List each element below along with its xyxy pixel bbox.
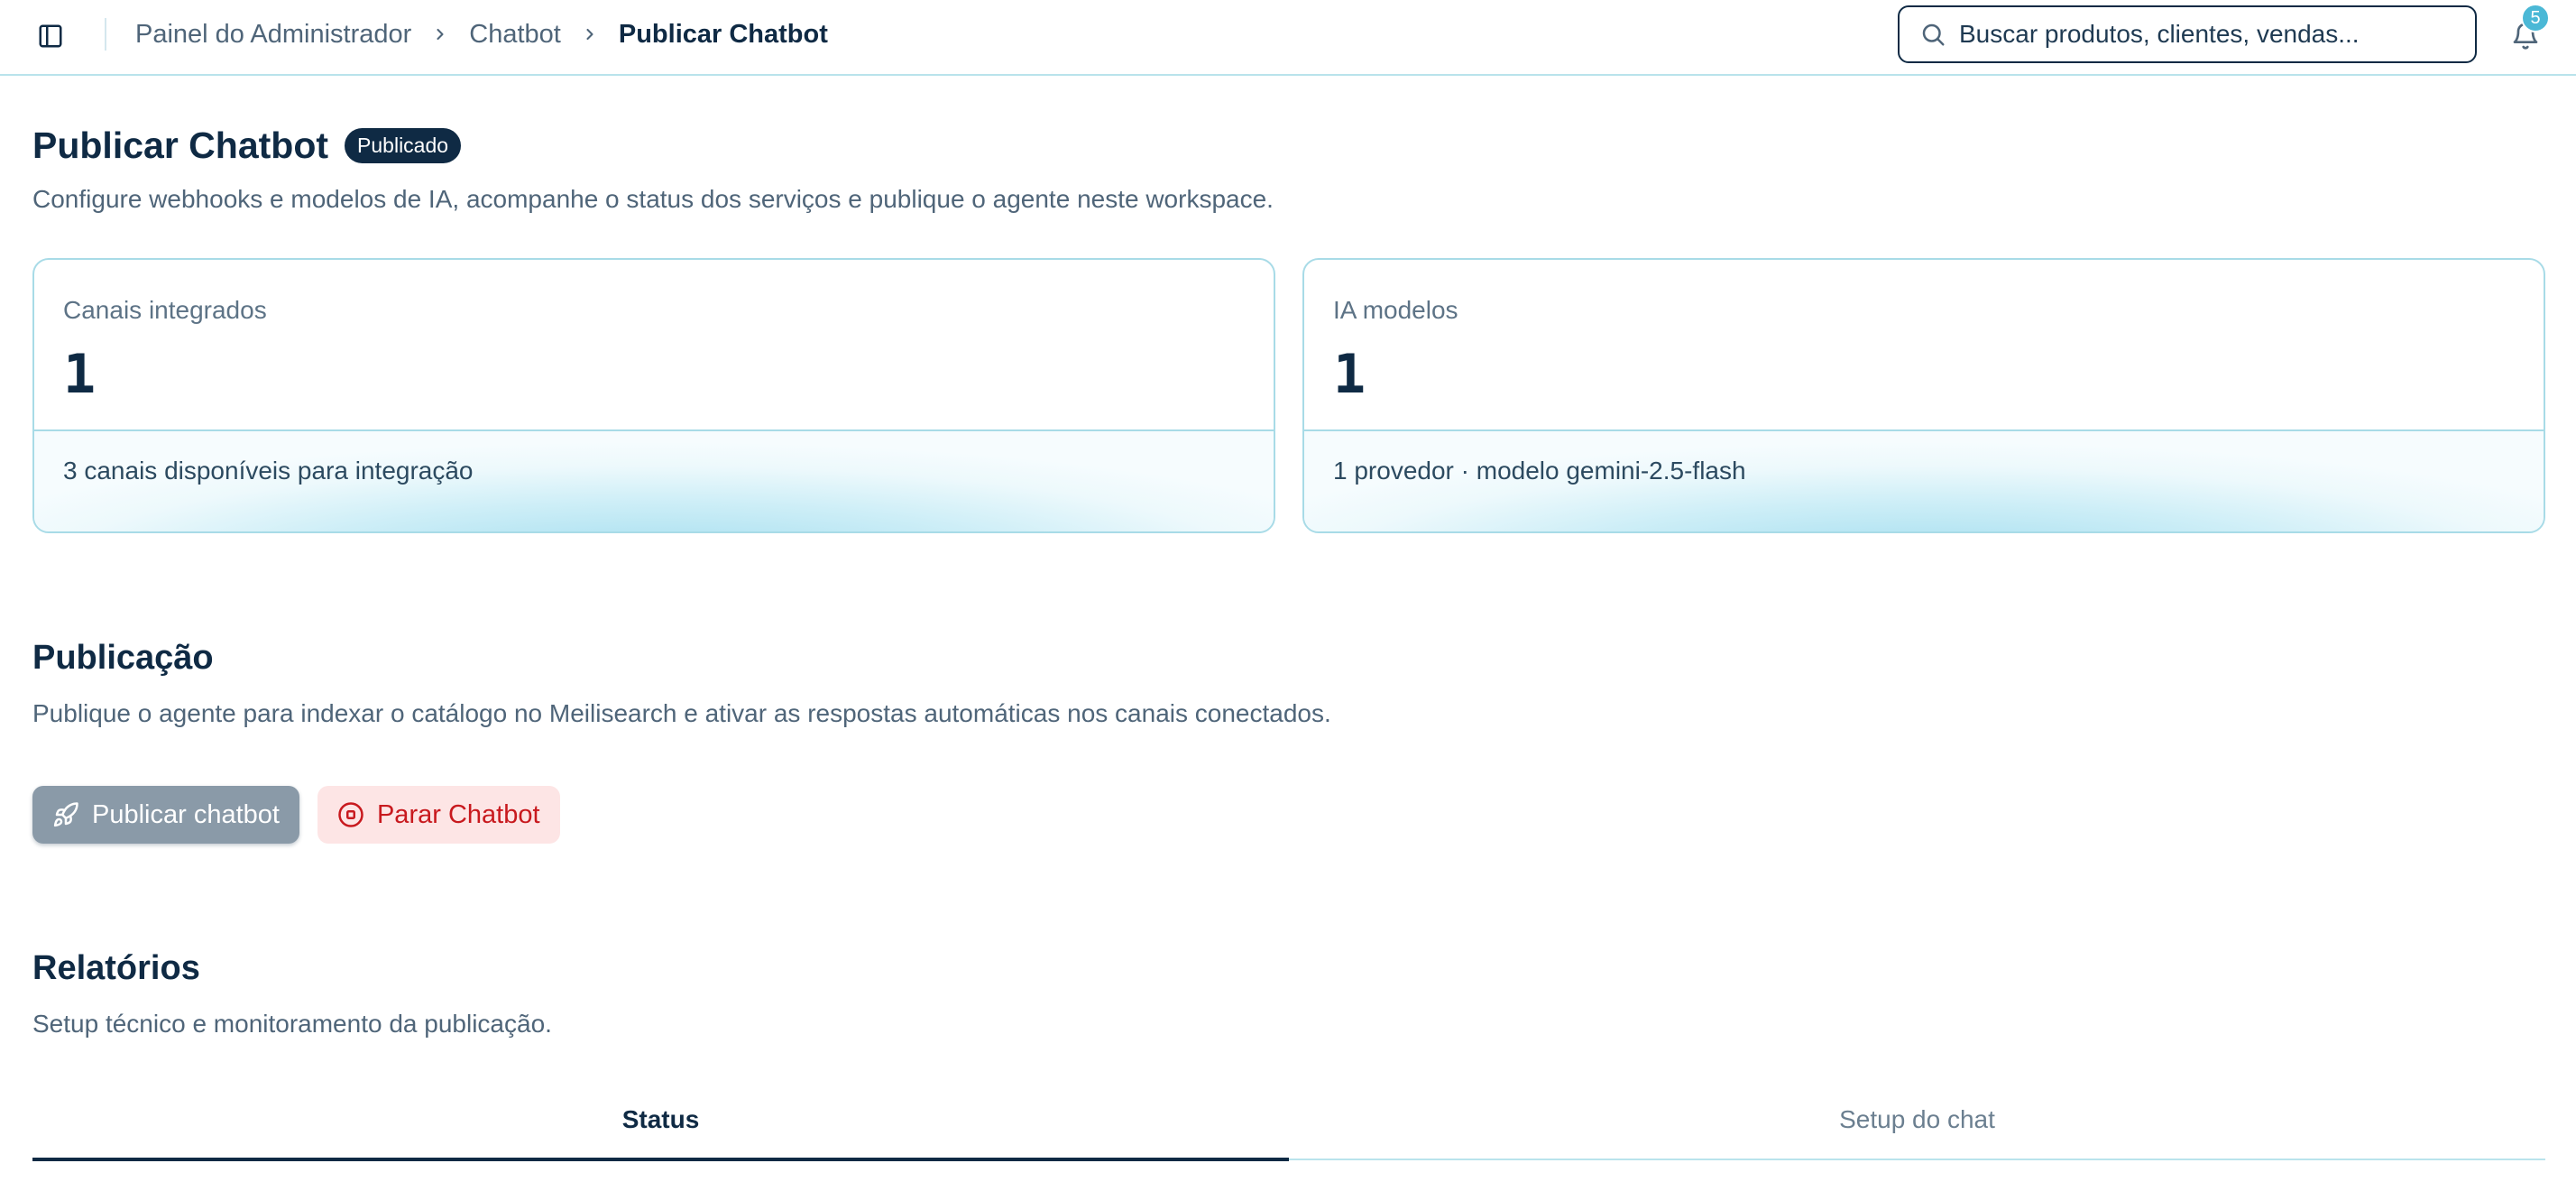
publication-description: Publique o agente para indexar o catálog… [32,699,1331,727]
publication-section: Publicação Publique o agente para indexa… [32,639,1331,728]
status-badge: Publicado [345,128,462,163]
stop-chatbot-label: Parar Chatbot [376,799,540,829]
page-title: Publicar Chatbot [32,125,329,166]
breadcrumb-item-current: Publicar Chatbot [618,19,828,49]
breadcrumb-item-admin[interactable]: Painel do Administrador [135,20,411,50]
stat-card-ai-models: IA modelos 1 1 provedor · modelo gemini-… [1302,258,2545,533]
page-subtitle: Configure webhooks e modelos de IA, acom… [32,185,1274,213]
stat-card-label: Canais integrados [63,296,267,324]
stat-card-value: 1 [63,343,97,406]
search-input[interactable] [1959,20,2464,49]
notification-count-badge: 5 [2521,4,2550,32]
search-box[interactable] [1898,5,2477,63]
search-icon [1922,23,1945,46]
publish-chatbot-label: Publicar chatbot [92,799,280,829]
top-bar: Painel do Administrador Chatbot Publicar… [0,0,2576,76]
tab-status[interactable]: Status [32,1081,1289,1161]
page-header: Publicar Chatbot Publicado Configure web… [32,125,1274,214]
reports-section: Relatórios Setup técnico e monitoramento… [32,949,552,1039]
publish-chatbot-button[interactable]: Publicar chatbot [32,786,299,844]
chevron-right-icon [581,25,599,43]
publication-title: Publicação [32,639,214,677]
chevron-right-icon [431,25,449,43]
stat-card-footer: 1 provedor · modelo gemini-2.5-flash [1304,431,2544,531]
rocket-icon [53,802,78,827]
stat-card-footer: 3 canais disponíveis para integração [34,431,1274,531]
reports-tabs: Status Setup do chat [32,1081,2545,1161]
sidebar-toggle-icon [39,24,62,48]
reports-description: Setup técnico e monitoramento da publica… [32,1010,552,1038]
reports-title: Relatórios [32,949,200,987]
breadcrumb: Painel do Administrador Chatbot Publicar… [135,16,828,52]
stat-card-channels: Canais integrados 1 3 canais disponíveis… [32,258,1275,533]
header-divider [105,18,106,51]
stop-chatbot-button[interactable]: Parar Chatbot [317,786,560,844]
sidebar-toggle-button[interactable] [32,18,69,54]
stat-card-value: 1 [1333,343,1366,406]
stat-card-label: IA modelos [1333,296,1458,324]
stop-circle-icon [338,802,363,827]
breadcrumb-item-chatbot[interactable]: Chatbot [469,20,561,50]
tab-setup-chat[interactable]: Setup do chat [1289,1081,2545,1159]
publication-actions: Publicar chatbot Parar Chatbot [32,786,560,844]
